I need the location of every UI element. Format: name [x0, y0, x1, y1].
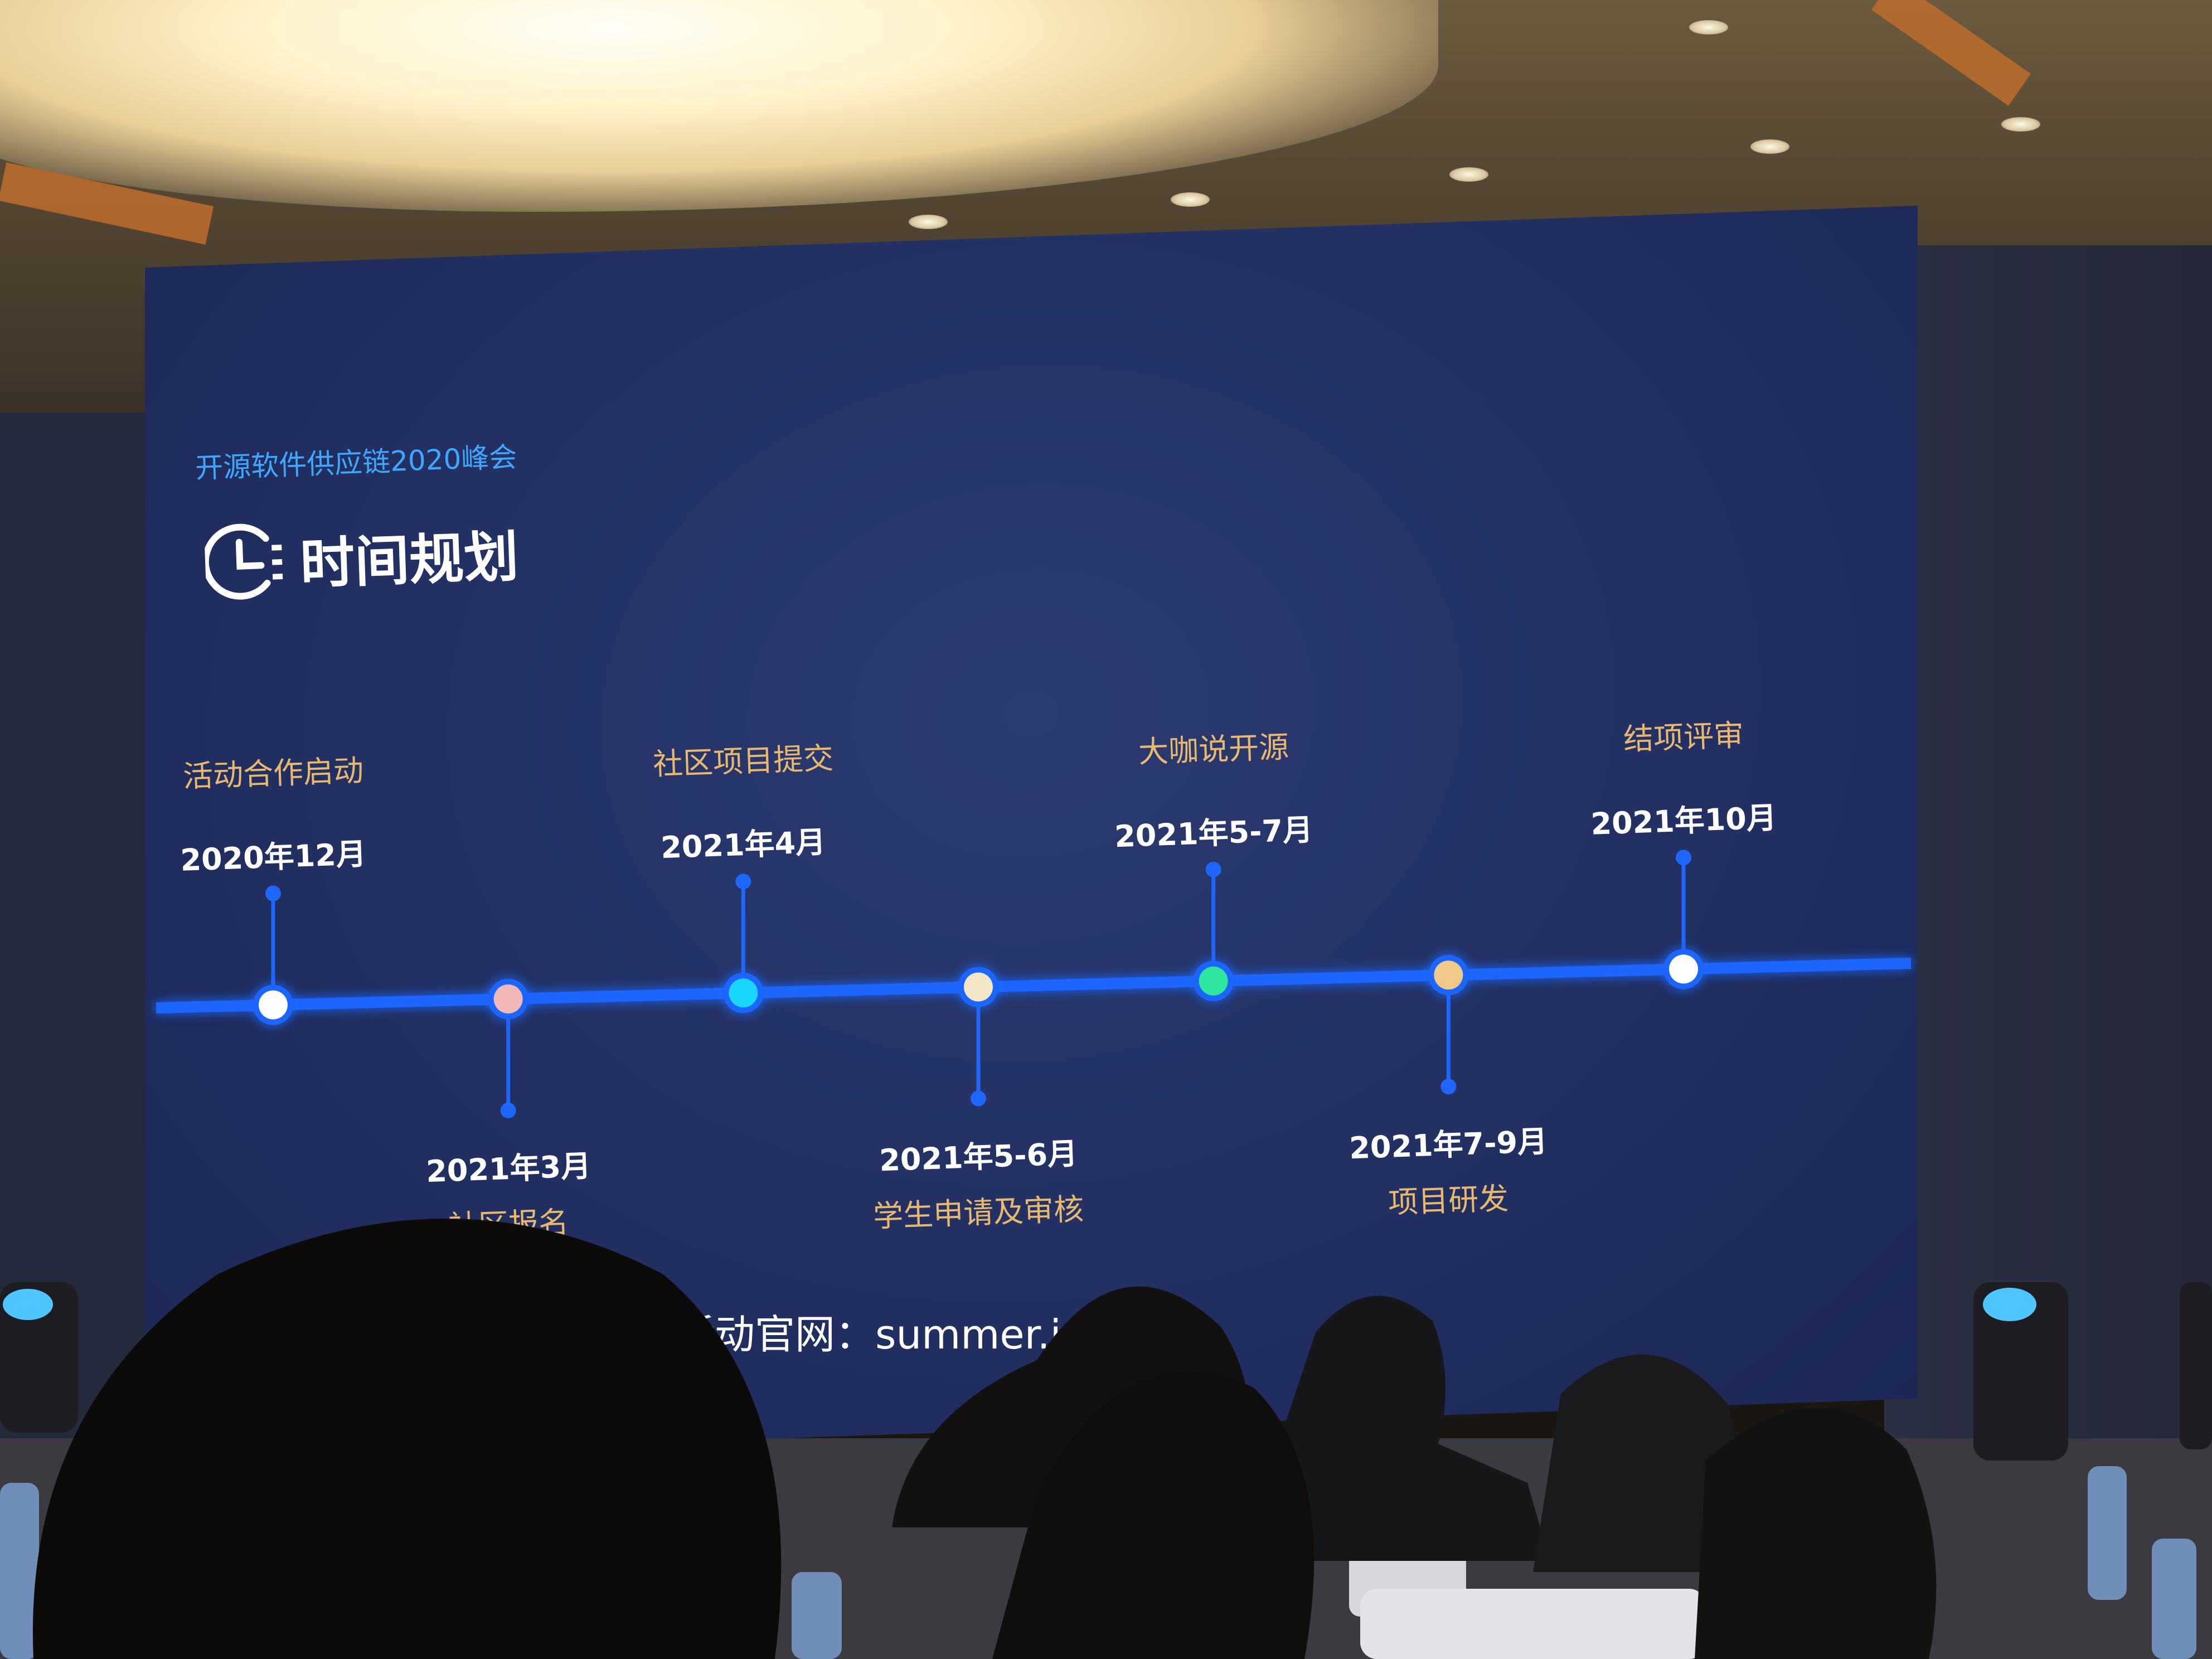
stage-light-right: [1973, 1282, 2212, 1461]
stage-light-left: [0, 1282, 78, 1433]
audience: [0, 1219, 2212, 1659]
person-silhouette: [32, 1219, 782, 1659]
person-silhouette: [1271, 1296, 1550, 1561]
person-silhouette: [1695, 1407, 1937, 1659]
